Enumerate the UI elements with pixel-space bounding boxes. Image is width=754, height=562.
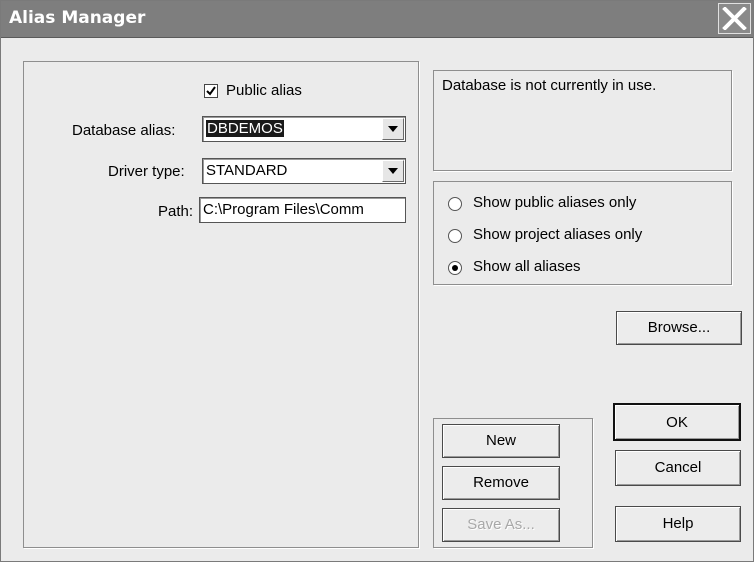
help-button[interactable]: Help	[615, 506, 741, 542]
alias-filter-group: Show public aliases only Show project al…	[433, 181, 732, 285]
browse-button-label: Browse...	[647, 319, 711, 336]
project-only-radio[interactable]	[448, 229, 462, 243]
new-button[interactable]: New	[442, 424, 560, 458]
chevron-down-icon	[388, 126, 398, 132]
radio-option-public[interactable]: Show public aliases only	[448, 194, 718, 216]
title-bar[interactable]: Alias Manager	[1, 1, 753, 38]
public-only-radio[interactable]	[448, 197, 462, 211]
remove-button-label: Remove	[473, 474, 529, 491]
public-only-label: Show public aliases only	[473, 194, 637, 211]
save-as-button-label: Save As...	[467, 516, 535, 533]
all-aliases-radio[interactable]	[448, 261, 462, 275]
radio-option-project[interactable]: Show project aliases only	[448, 226, 718, 248]
all-aliases-label: Show all aliases	[473, 258, 581, 275]
radio-selected-dot	[452, 265, 458, 271]
driver-type-value: STANDARD	[206, 162, 288, 179]
chevron-down-icon	[388, 168, 398, 174]
status-panel: Database is not currently in use.	[433, 70, 732, 171]
ok-button[interactable]: OK	[613, 403, 741, 441]
remove-button[interactable]: Remove	[442, 466, 560, 500]
window-title: Alias Manager	[9, 8, 146, 28]
path-input[interactable]: C:\Program Files\Comm	[199, 197, 406, 223]
path-value: C:\Program Files\Comm	[203, 201, 364, 218]
browse-button[interactable]: Browse...	[616, 311, 742, 345]
status-text: Database is not currently in use.	[442, 77, 657, 94]
alias-properties-panel: Public alias Database alias: DBDEMOS Dri…	[23, 61, 419, 548]
project-only-label: Show project aliases only	[473, 226, 643, 243]
public-alias-checkbox[interactable]	[204, 84, 218, 98]
path-label: Path:	[158, 203, 194, 220]
driver-type-combo[interactable]: STANDARD	[202, 158, 406, 184]
database-alias-label: Database alias:	[72, 122, 176, 139]
help-button-label: Help	[662, 515, 694, 532]
cancel-button[interactable]: Cancel	[615, 450, 741, 486]
new-button-label: New	[485, 432, 516, 449]
database-alias-dropdown-button[interactable]	[382, 118, 404, 140]
database-alias-combo[interactable]: DBDEMOS	[202, 116, 406, 142]
alias-manager-window: Alias Manager Public alias Database alia…	[0, 0, 754, 562]
close-button[interactable]	[718, 3, 751, 34]
database-alias-value: DBDEMOS	[206, 120, 284, 137]
check-icon	[206, 86, 216, 96]
ok-button-label: OK	[666, 414, 688, 431]
close-icon	[722, 7, 747, 30]
driver-type-label: Driver type:	[108, 163, 185, 180]
radio-option-all[interactable]: Show all aliases	[448, 258, 718, 280]
driver-type-dropdown-button[interactable]	[382, 160, 404, 182]
public-alias-label: Public alias	[226, 82, 302, 99]
alias-actions-group: New Remove Save As...	[433, 418, 593, 548]
save-as-button[interactable]: Save As...	[442, 508, 560, 542]
cancel-button-label: Cancel	[654, 459, 702, 476]
